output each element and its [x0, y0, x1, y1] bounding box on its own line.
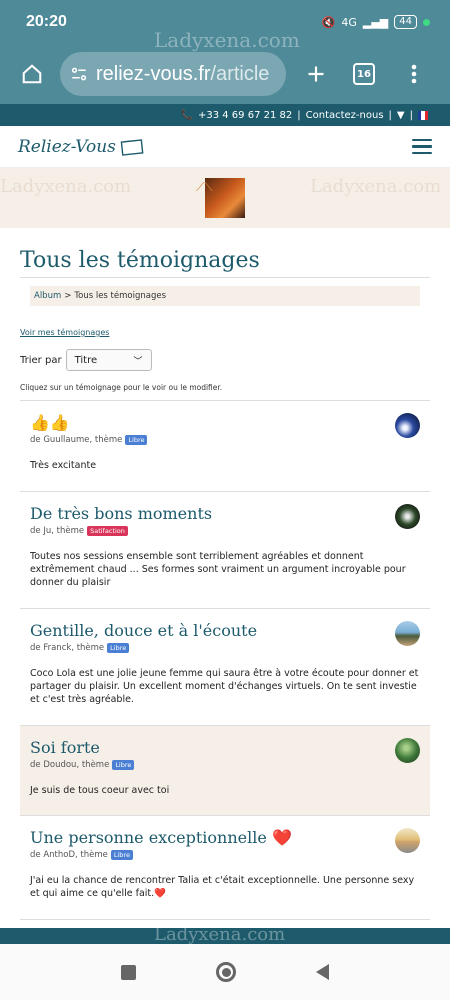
testimonial-title: Une personne exceptionnelle: [30, 828, 267, 847]
testimonial-author: de Doudou, thème: [30, 760, 110, 770]
testimonial-text-row: J'ai eu la chance de rencontrer Talia et…: [30, 874, 420, 900]
sort-label: Trier par: [20, 354, 62, 366]
hamburger-menu-button[interactable]: [412, 138, 432, 155]
site-logo[interactable]: Reliez-Vous: [18, 137, 144, 157]
language-dropdown[interactable]: ▼: [397, 110, 405, 121]
browser-chrome: 20:20 🔇 4G ▂▄▆ 44 Ladyxena.com reliez-vo…: [0, 0, 450, 104]
sort-select[interactable]: Titre ﹀: [65, 349, 152, 371]
url-text: reliez-vous.fr/article: [96, 63, 269, 86]
testimonial-text: Toutes nos sessions ensemble sont terrib…: [30, 551, 406, 588]
theme-badge: Satifaction: [87, 526, 128, 536]
testimonial-title: De très bons moments: [30, 504, 213, 523]
contact-link[interactable]: Contactez-nous: [306, 110, 384, 121]
site-header: Reliez-Vous: [0, 126, 450, 168]
home-icon: [22, 64, 42, 84]
site-topbar: 📞 +33 4 69 67 21 82 | Contactez-nous | ▼…: [0, 104, 450, 126]
testimonial-card[interactable]: 👍👍 de Guullaume, thème Libre Très excita…: [20, 401, 430, 492]
new-tab-button[interactable]: [298, 56, 334, 92]
mute-icon: 🔇: [321, 15, 336, 29]
network-label: 4G: [341, 15, 357, 29]
testimonial-card[interactable]: Gentille, douce et à l'écoute de Franck,…: [20, 609, 430, 726]
chevron-down-icon: ﹀: [133, 356, 143, 367]
testimonial-text: J'ai eu la chance de rencontrer Talia et…: [30, 875, 415, 899]
testimonial-title: Gentille, douce et à l'écoute: [30, 621, 258, 640]
theme-badge: Libre: [107, 643, 130, 653]
theme-badge: Libre: [125, 435, 148, 445]
author-avatar: [395, 504, 420, 529]
status-icons: 🔇 4G ▂▄▆ 44: [322, 15, 430, 29]
breadcrumb-home-link[interactable]: Album: [34, 291, 61, 301]
testimonial-meta: de Ju, thème Satifaction: [30, 526, 420, 536]
phone-icon: 📞: [180, 109, 193, 121]
theme-badge: Libre: [112, 760, 135, 770]
testimonial-meta: de Doudou, thème Libre: [30, 760, 420, 770]
testimonial-meta: de AnthoD, thème Libre: [30, 850, 420, 860]
sparkle-icon: ⟋⟍: [196, 180, 213, 194]
browser-menu-button[interactable]: [396, 56, 432, 92]
french-flag-icon[interactable]: [418, 110, 428, 120]
breadcrumb: Album > Tous les témoignages: [30, 286, 420, 306]
testimonial-author: de Ju, thème: [30, 526, 85, 536]
testimonial-card[interactable]: De très bons moments de Ju, thème Satifa…: [20, 492, 430, 609]
theme-badge: Libre: [110, 850, 133, 860]
breadcrumb-current: Tous les témoignages: [74, 291, 167, 301]
sort-selected-value: Titre: [74, 354, 98, 366]
page-title: Tous les témoignages: [20, 248, 430, 278]
testimonial-card[interactable]: Une personne exceptionnelle ❤️ de AnthoD…: [20, 816, 430, 920]
back-button[interactable]: [316, 964, 329, 980]
testimonial-text: Coco Lola est une jolie jeune femme qui …: [30, 668, 419, 705]
home-nav-button[interactable]: [216, 962, 236, 982]
banner-watermark: Ladyxena.com: [310, 176, 442, 197]
author-avatar: [395, 413, 420, 438]
site-footer-band: Ladyxena.com: [0, 924, 450, 945]
status-time: 20:20: [26, 13, 67, 30]
testimonial-card[interactable]: Soi forte de Doudou, thème Libre Je suis…: [20, 726, 430, 816]
heart-emoji: ❤️: [154, 888, 167, 899]
testimonial-author: de Guullaume, thème: [30, 435, 123, 445]
privacy-dot-icon: [423, 18, 430, 26]
testimonial-meta: de Franck, thème Libre: [30, 643, 420, 653]
click-hint: Cliquez sur un témoignage pour le voir o…: [20, 383, 430, 401]
more-vert-icon: [411, 64, 417, 84]
topbar-separator: |: [409, 109, 413, 121]
site-settings-icon: [71, 67, 87, 81]
breadcrumb-separator: >: [64, 291, 72, 301]
plus-icon: [308, 66, 324, 82]
url-bar[interactable]: reliez-vous.fr/article: [60, 52, 286, 96]
heart-emoji: ❤️: [271, 828, 292, 847]
watermark: Ladyxena.com: [154, 28, 300, 52]
main-content: Tous les témoignages Album > Tous les té…: [0, 248, 450, 920]
recents-button[interactable]: [121, 964, 136, 980]
profile-banner: Ladyxena.com Ladyxena.com ⟋⟍: [0, 168, 450, 228]
url-path: /article: [210, 62, 270, 85]
battery-icon: 44: [394, 15, 417, 29]
testimonial-author: de AnthoD, thème: [30, 850, 108, 860]
author-avatar: [395, 828, 420, 853]
topbar-separator: |: [297, 109, 301, 121]
url-host: reliez-vous.fr: [96, 62, 211, 85]
logo-card-icon: [120, 138, 144, 156]
signal-icon: ▂▄▆: [362, 15, 389, 29]
testimonial-text: Je suis de tous coeur avec toi: [30, 785, 170, 796]
sort-control: Trier par Titre ﹀: [20, 349, 430, 371]
testimonial-text: Très excitante: [30, 460, 97, 471]
phone-number[interactable]: +33 4 69 67 21 82: [198, 110, 292, 121]
tab-switcher-button[interactable]: 16: [346, 56, 382, 92]
testimonial-title: 👍👍: [30, 413, 70, 432]
system-nav-bar: [0, 944, 450, 1000]
testimonial-title: Soi forte: [30, 738, 100, 757]
testimonial-author: de Franck, thème: [30, 643, 105, 653]
home-button[interactable]: [14, 56, 50, 92]
browser-toolbar: reliez-vous.fr/article 16: [0, 44, 450, 104]
testimonial-title-row: Une personne exceptionnelle ❤️: [30, 828, 420, 848]
footer-watermark: Ladyxena.com: [154, 924, 286, 945]
tab-count: 16: [353, 63, 375, 85]
banner-watermark: Ladyxena.com: [0, 176, 132, 197]
logo-text: Reliez-Vous: [18, 136, 116, 157]
author-avatar: [395, 738, 420, 763]
my-testimonials-link[interactable]: Voir mes témoignages: [20, 328, 430, 337]
author-avatar: [395, 621, 420, 646]
testimonial-meta: de Guullaume, thème Libre: [30, 435, 420, 445]
topbar-separator: |: [388, 109, 392, 121]
